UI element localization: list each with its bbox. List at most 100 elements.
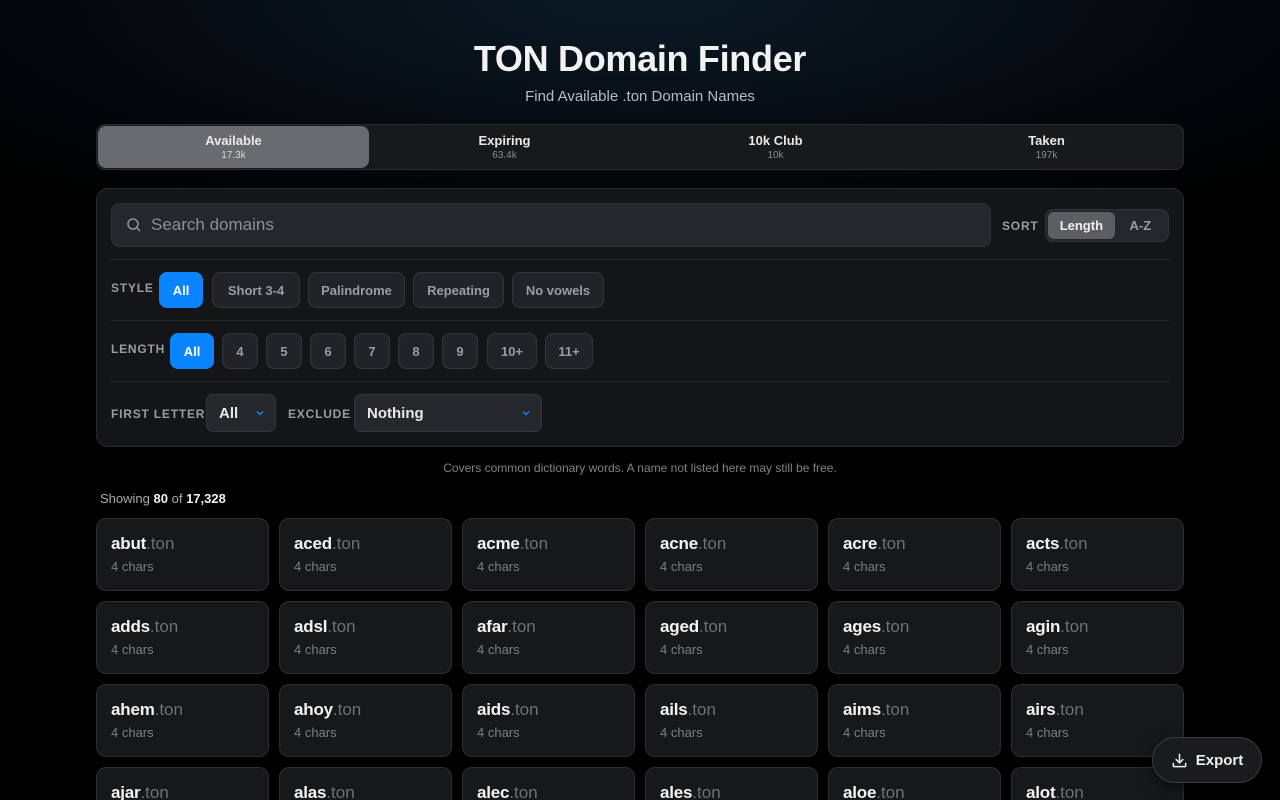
- tab-label: Available: [205, 133, 262, 148]
- tab-label: 10k Club: [748, 133, 803, 148]
- search-icon: [127, 218, 141, 232]
- search-input[interactable]: [151, 215, 971, 235]
- filter-panel: SORT Length A-Z STYLE All Short 3-4 Pali…: [96, 188, 1184, 447]
- tab-label: Taken: [1028, 133, 1065, 148]
- style-chip-palindrome[interactable]: Palindrome: [308, 272, 405, 308]
- domain-tld: .ton: [519, 534, 549, 553]
- length-chip-11plus[interactable]: 11+: [545, 333, 593, 369]
- length-chip-6[interactable]: 6: [310, 333, 346, 369]
- domain-card[interactable]: aloe.ton4 chars: [828, 767, 1001, 800]
- domain-length: 4 chars: [477, 725, 520, 740]
- search-box: [111, 203, 991, 247]
- first-letter-select[interactable]: All: [206, 394, 276, 432]
- domain-title: afar.ton: [477, 617, 620, 637]
- domain-card[interactable]: alas.ton4 chars: [279, 767, 452, 800]
- length-chip-9[interactable]: 9: [442, 333, 478, 369]
- domain-title: aids.ton: [477, 700, 620, 720]
- domain-title: aced.ton: [294, 534, 437, 554]
- domain-name: aids: [477, 700, 511, 719]
- domain-title: acre.ton: [843, 534, 986, 554]
- divider: [111, 320, 1169, 321]
- domain-title: ales.ton: [660, 783, 803, 800]
- divider: [111, 259, 1169, 260]
- domain-card[interactable]: aids.ton 4 chars: [462, 684, 635, 757]
- sort-az-button[interactable]: A-Z: [1115, 212, 1166, 239]
- domain-title: alec.ton: [477, 783, 620, 800]
- exclude-label: EXCLUDE: [288, 407, 351, 421]
- domain-name: adds: [111, 617, 150, 636]
- domain-title: aims.ton: [843, 700, 986, 720]
- domain-card[interactable]: adds.ton 4 chars: [96, 601, 269, 674]
- domain-tld: .ton: [140, 783, 169, 800]
- page-header: TON Domain Finder Find Available .ton Do…: [0, 38, 1280, 105]
- domain-card[interactable]: ahoy.ton 4 chars: [279, 684, 452, 757]
- domain-name: acts: [1026, 534, 1060, 553]
- tab-taken[interactable]: Taken 197k: [911, 126, 1182, 168]
- length-chip-all[interactable]: All: [170, 333, 214, 369]
- page-title: TON Domain Finder: [473, 38, 807, 79]
- domain-card[interactable]: ales.ton4 chars: [645, 767, 818, 800]
- domain-name: acme: [477, 534, 520, 553]
- domain-title: ails.ton: [660, 700, 803, 720]
- domain-length: 4 chars: [843, 559, 886, 574]
- domain-card[interactable]: alec.ton4 chars: [462, 767, 635, 800]
- domain-card[interactable]: adsl.ton 4 chars: [279, 601, 452, 674]
- domain-grid: abut.ton 4 chars aced.ton 4 chars acme.ton 4 …: [96, 518, 1184, 800]
- domain-title: acme.ton: [477, 534, 620, 554]
- domain-length: 4 chars: [1026, 725, 1069, 740]
- first-letter-label: FIRST LETTER: [111, 407, 206, 421]
- domain-card[interactable]: ajar.ton4 chars: [96, 767, 269, 800]
- domain-card[interactable]: agin.ton 4 chars: [1011, 601, 1184, 674]
- domain-card[interactable]: acre.ton 4 chars: [828, 518, 1001, 591]
- exclude-select[interactable]: Nothing: [354, 394, 542, 432]
- domain-card[interactable]: acne.ton 4 chars: [645, 518, 818, 591]
- chevron-down-icon: [256, 410, 264, 416]
- domain-card[interactable]: aims.ton 4 chars: [828, 684, 1001, 757]
- domain-tld: .ton: [876, 783, 905, 800]
- domain-card[interactable]: acme.ton 4 chars: [462, 518, 635, 591]
- domain-name: acne: [660, 534, 698, 553]
- tab-count: 63.4k: [492, 150, 517, 161]
- domain-tld: .ton: [1060, 617, 1089, 636]
- tab-available[interactable]: Available 17.3k: [98, 126, 369, 168]
- domain-title: adds.ton: [111, 617, 254, 637]
- domain-name: alas: [294, 783, 327, 800]
- style-chip-no-vowels[interactable]: No vowels: [512, 272, 604, 308]
- style-chip-all[interactable]: All: [159, 272, 203, 308]
- domain-name: ahem: [111, 700, 155, 719]
- length-chip-8[interactable]: 8: [398, 333, 434, 369]
- length-chip-10plus[interactable]: 10+: [487, 333, 537, 369]
- length-chip-4[interactable]: 4: [222, 333, 258, 369]
- length-chip-7[interactable]: 7: [354, 333, 390, 369]
- tab-expiring[interactable]: Expiring 63.4k: [369, 126, 640, 168]
- domain-length: 4 chars: [111, 725, 154, 740]
- domain-card[interactable]: ails.ton 4 chars: [645, 684, 818, 757]
- domain-card[interactable]: ages.ton 4 chars: [828, 601, 1001, 674]
- sort-toggle: Length A-Z: [1045, 209, 1169, 242]
- domain-card[interactable]: ahem.ton 4 chars: [96, 684, 269, 757]
- domain-card[interactable]: acts.ton 4 chars: [1011, 518, 1184, 591]
- style-chip-repeating[interactable]: Repeating: [413, 272, 504, 308]
- chevron-down-icon: [522, 410, 530, 416]
- domain-name: ages: [843, 617, 881, 636]
- sort-label: SORT: [1002, 219, 1039, 233]
- domain-length: 4 chars: [660, 559, 703, 574]
- domain-name: alec: [477, 783, 510, 800]
- length-chip-5[interactable]: 5: [266, 333, 302, 369]
- tab-10k-club[interactable]: 10k Club 10k: [640, 126, 911, 168]
- domain-length: 4 chars: [294, 725, 337, 740]
- sort-length-button[interactable]: Length: [1048, 212, 1115, 239]
- export-button[interactable]: Export: [1152, 737, 1262, 783]
- tab-count: 197k: [1035, 150, 1058, 161]
- domain-tld: .ton: [326, 783, 355, 800]
- domain-name: aloe: [843, 783, 877, 800]
- domain-card[interactable]: afar.ton 4 chars: [462, 601, 635, 674]
- domain-card[interactable]: abut.ton 4 chars: [96, 518, 269, 591]
- domain-tld: .ton: [1055, 700, 1084, 719]
- domain-tld: .ton: [146, 534, 175, 553]
- domain-length: 4 chars: [477, 559, 520, 574]
- showing-prefix: Showing: [100, 491, 150, 506]
- domain-card[interactable]: aged.ton 4 chars: [645, 601, 818, 674]
- style-chip-short[interactable]: Short 3-4: [212, 272, 300, 308]
- domain-card[interactable]: aced.ton 4 chars: [279, 518, 452, 591]
